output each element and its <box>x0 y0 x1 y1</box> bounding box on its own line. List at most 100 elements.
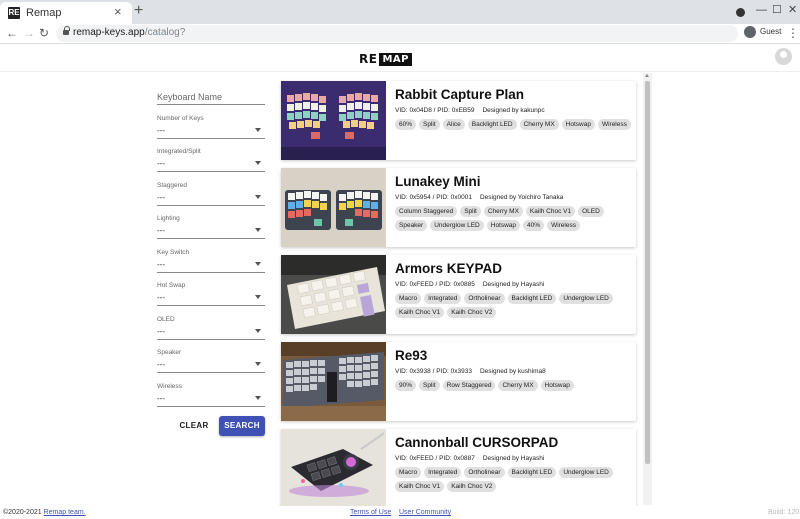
tag-chip: Kailh Choc V1 <box>395 481 445 492</box>
search-button[interactable]: SEARCH <box>219 416 265 436</box>
filter-hot-swap[interactable]: Hot Swap --- <box>157 282 265 306</box>
keyboard-meta: VID: 0x04D8 / PID: 0xEB59 Designed by kak… <box>395 107 545 114</box>
account-avatar-icon[interactable] <box>775 48 792 65</box>
filter-value: --- <box>157 327 165 336</box>
lock-icon <box>63 26 70 36</box>
keyboard-name-input[interactable]: Keyboard Name <box>157 88 265 105</box>
footer: ©2020-2021 Remap team. Terms of Use User… <box>0 506 800 519</box>
tag-chip: Wireless <box>547 220 580 231</box>
filter-integrated-split[interactable]: Integrated/Split --- <box>157 148 265 172</box>
dropdown-arrow-icon <box>255 329 261 333</box>
filter-staggered[interactable]: Staggered --- <box>157 182 265 206</box>
filter-speaker[interactable]: Speaker --- <box>157 349 265 373</box>
keyboard-name[interactable]: Rabbit Capture Plan <box>395 87 524 102</box>
keyboard-name-placeholder: Keyboard Name <box>157 92 223 102</box>
designer: Designed by Hayashi <box>482 455 545 462</box>
tag-chip: Backlight LED <box>467 119 517 130</box>
keyboard-name[interactable]: Lunakey Mini <box>395 174 481 189</box>
keyboard-name[interactable]: Cannonball CURSORPAD <box>395 435 558 450</box>
back-arrow-icon[interactable]: ← <box>6 25 18 41</box>
keyboard-meta: VID: 0x3938 / PID: 0x3933 Designed by kus… <box>395 368 546 375</box>
keyboard-photo[interactable] <box>281 342 386 421</box>
tag-chip: Kailh Choc V2 <box>447 481 497 492</box>
filter-label: Key Switch <box>157 249 190 256</box>
keyboard-card[interactable]: Re93 VID: 0x3938 / PID: 0x3933 Designed b… <box>281 342 636 421</box>
filter-value: --- <box>157 226 165 235</box>
keyboard-name[interactable]: Re93 <box>395 348 427 363</box>
copyright-text: ©2020-2021 <box>3 509 42 516</box>
community-link[interactable]: User Community <box>399 509 451 516</box>
dropdown-arrow-icon <box>255 295 261 299</box>
team-link[interactable]: Remap team. <box>44 509 86 516</box>
filter-label: Staggered <box>157 182 187 189</box>
scrollbar-thumb[interactable] <box>645 81 650 464</box>
filter-label: Lighting <box>157 215 180 222</box>
logo-text: RE <box>359 52 378 66</box>
tag-chip: Split <box>460 206 481 217</box>
filter-value: --- <box>157 260 165 269</box>
keyboard-photo[interactable] <box>281 429 386 508</box>
profile-avatar-icon[interactable] <box>744 26 756 38</box>
tag-chip: Hotswap <box>561 119 595 130</box>
tag-chip: Macro <box>395 293 422 304</box>
tag-list: Column Staggered Split Cherry MX Kailh C… <box>395 206 631 231</box>
vid-pid: VID: 0x3938 / PID: 0x3933 <box>395 368 472 375</box>
dropdown-arrow-icon <box>255 161 261 165</box>
filter-oled[interactable]: OLED --- <box>157 316 265 340</box>
keyboard-card[interactable]: Armors KEYPAD VID: 0xFEED / PID: 0x0885 D… <box>281 255 636 334</box>
keyboard-card[interactable]: Rabbit Capture Plan VID: 0x04D8 / PID: 0… <box>281 81 636 160</box>
new-tab-plus-icon[interactable]: + <box>134 3 143 19</box>
app-header: RE MAP <box>0 45 800 72</box>
scroll-up-arrow-icon[interactable] <box>645 74 649 77</box>
filter-number-of-keys[interactable]: Number of Keys --- <box>157 115 265 139</box>
forward-arrow-icon[interactable]: → <box>23 25 35 41</box>
filter-wireless[interactable]: Wireless --- <box>157 383 265 407</box>
copyright: ©2020-2021 Remap team. <box>3 509 86 516</box>
url-text[interactable]: remap-keys.app/catalog? <box>73 27 185 38</box>
tag-chip: Split <box>419 380 440 391</box>
url-path: /catalog? <box>144 27 186 38</box>
clear-button[interactable]: CLEAR <box>178 417 210 435</box>
reload-icon[interactable]: ↻ <box>39 25 49 41</box>
keyboard-photo[interactable] <box>281 81 386 160</box>
window-close-icon[interactable]: ✕ <box>788 3 797 17</box>
remap-logo[interactable]: RE MAP <box>359 52 412 66</box>
profile-label[interactable]: Guest <box>760 27 781 36</box>
close-icon[interactable]: × <box>114 5 122 19</box>
filter-label: Number of Keys <box>157 115 204 122</box>
terms-link[interactable]: Terms of Use <box>350 509 391 516</box>
maximize-icon[interactable]: ☐ <box>772 3 782 17</box>
address-bar[interactable]: remap-keys.app/catalog? <box>56 25 738 42</box>
tag-chip: Backlight LED <box>507 467 557 478</box>
filter-lighting[interactable]: Lighting --- <box>157 215 265 239</box>
tag-chip: Alice <box>442 119 465 130</box>
tag-list: Macro Integrated Ortholinear Backlight L… <box>395 293 631 318</box>
keyboard-card[interactable]: Lunakey Mini VID: 0x5954 / PID: 0x0001 De… <box>281 168 636 247</box>
tag-list: 90% Split Row Staggered Cherry MX Hotswa… <box>395 380 631 391</box>
tag-chip: Underglow LED <box>430 220 484 231</box>
filter-value: --- <box>157 293 165 302</box>
filter-key-switch[interactable]: Key Switch --- <box>157 249 265 273</box>
tag-chip: Cherry MX <box>483 206 523 217</box>
keyboard-name[interactable]: Armors KEYPAD <box>395 261 502 276</box>
browser-toolbar: ← → ↻ remap-keys.app/catalog? Guest ⋮ <box>0 24 800 44</box>
browser-tab-strip: RE Remap × + — ☐ ✕ <box>0 0 800 24</box>
keyboard-card[interactable]: Cannonball CURSORPAD VID: 0xFEED / PID: … <box>281 429 636 508</box>
tag-chip: Macro <box>395 467 422 478</box>
tag-chip: OLED <box>578 206 604 217</box>
tag-chip: 90% <box>395 380 417 391</box>
keyboard-photo[interactable] <box>281 168 386 247</box>
filter-label: Integrated/Split <box>157 148 201 155</box>
browser-tab[interactable]: RE Remap × <box>0 2 132 24</box>
media-record-icon[interactable] <box>736 8 745 17</box>
keyboard-photo[interactable] <box>281 255 386 334</box>
tag-chip: Kailh Choc V1 <box>395 307 445 318</box>
filter-label: Wireless <box>157 383 182 390</box>
browser-menu-icon[interactable]: ⋮ <box>787 26 799 40</box>
tag-chip: Column Staggered <box>395 206 458 217</box>
dropdown-arrow-icon <box>255 262 261 266</box>
minimize-icon[interactable]: — <box>756 3 767 17</box>
filter-value: --- <box>157 159 165 168</box>
filter-value: --- <box>157 360 165 369</box>
filter-value: --- <box>157 193 165 202</box>
